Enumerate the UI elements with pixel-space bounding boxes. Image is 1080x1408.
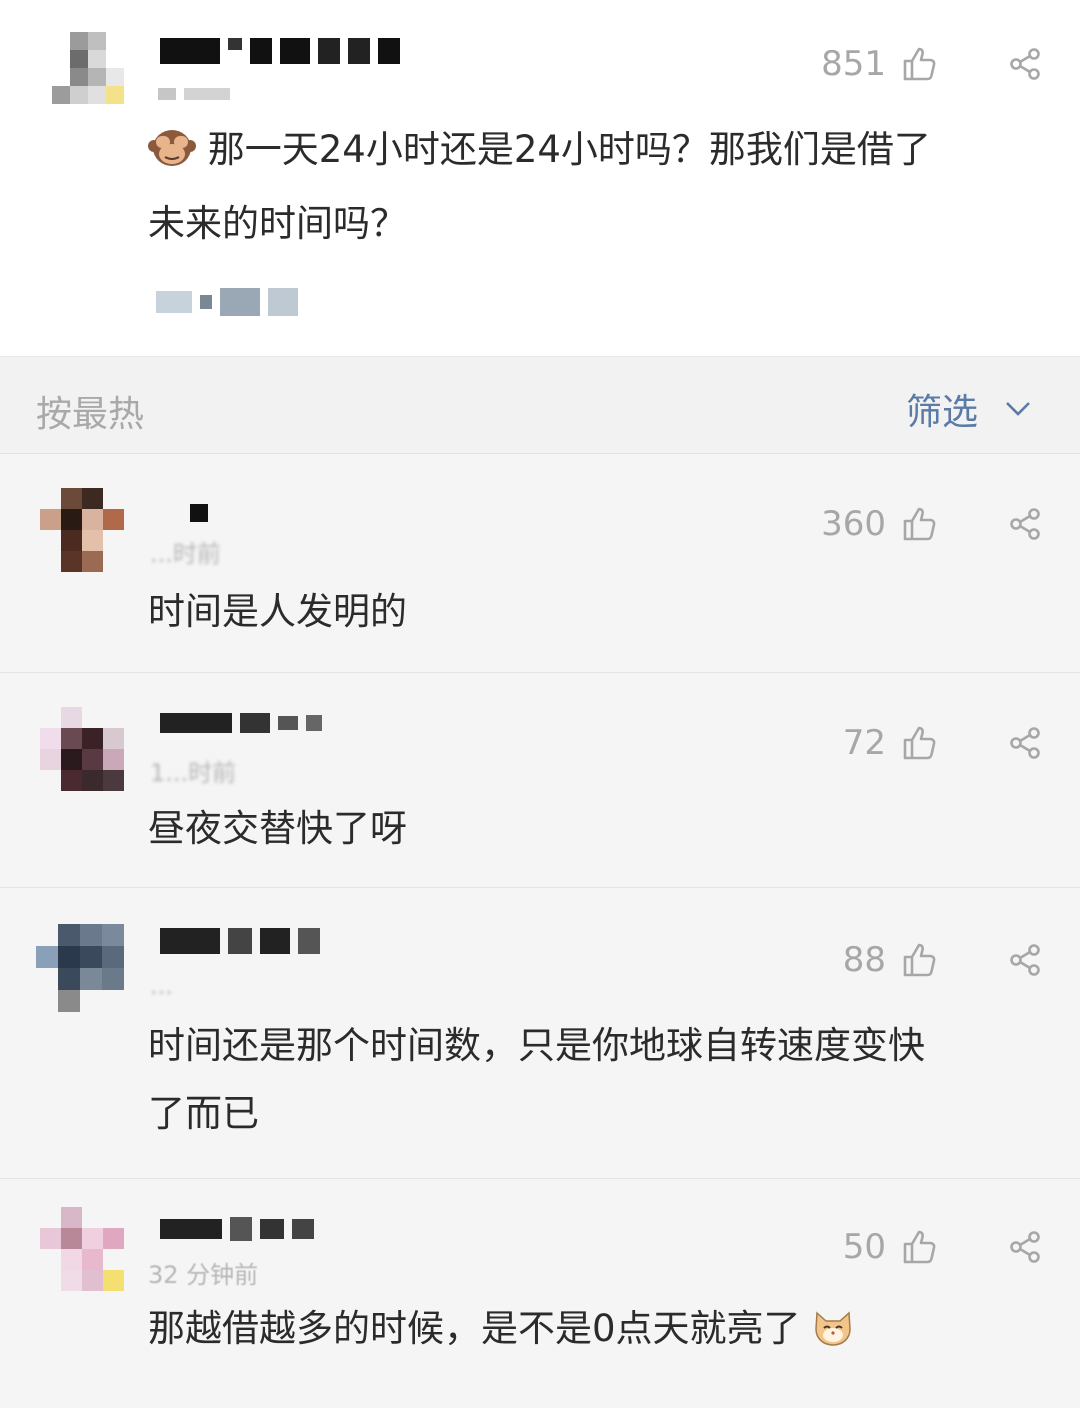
username-blurred[interactable] xyxy=(160,928,320,954)
username-blurred[interactable] xyxy=(160,38,400,64)
comment-time: 1...时前 xyxy=(150,759,237,787)
comment-meta: 72 xyxy=(843,723,1080,763)
thumbs-up-icon[interactable] xyxy=(902,46,936,82)
sort-by-hot[interactable]: 按最热 xyxy=(36,385,144,437)
comment-item: 1...时前 72 昼夜交替快了呀 xyxy=(0,672,1080,887)
like-count: 851 xyxy=(821,44,886,84)
username-blurred[interactable] xyxy=(190,504,208,522)
sort-bar: 按最热 筛选 xyxy=(0,356,1080,453)
comment-meta: 88 xyxy=(843,940,1080,980)
post-time-blurred xyxy=(158,88,230,100)
like-count: 50 xyxy=(842,1227,886,1267)
thumbs-up-icon[interactable] xyxy=(902,725,936,761)
username-blurred[interactable] xyxy=(160,713,322,733)
comment-meta: 360 xyxy=(821,504,1080,544)
avatar[interactable] xyxy=(40,1207,124,1291)
like-count: 88 xyxy=(842,940,886,980)
share-icon[interactable] xyxy=(1008,47,1042,81)
username-blurred[interactable] xyxy=(160,1217,314,1241)
filter-label: 筛选 xyxy=(905,392,978,433)
comment-meta: 50 xyxy=(843,1227,1080,1267)
post-text-line2: 未来的时间吗？ xyxy=(148,202,407,245)
comment-item: ... 88 时间还是那个时间数，只是你地球自转速度变快 了而已 xyxy=(0,887,1080,1178)
avatar[interactable] xyxy=(36,924,124,1012)
cat-face-icon xyxy=(812,1301,854,1369)
share-icon[interactable] xyxy=(1008,943,1042,977)
share-icon[interactable] xyxy=(1008,507,1042,541)
comment-text: 那越借越多的时候，是不是0点天就亮了 xyxy=(148,1295,1040,1369)
comment-text: 昼夜交替快了呀 xyxy=(148,807,407,850)
main-post: 851 那一天24小时还是24小时吗？那我们是借了 未来的时间吗？ xyxy=(0,0,1080,356)
post-text-line1: 那一天24小时还是24小时吗？那我们是借了 xyxy=(207,128,931,171)
avatar[interactable] xyxy=(52,32,124,104)
post-meta: 851 xyxy=(821,44,1080,84)
thumbs-up-icon[interactable] xyxy=(902,942,936,978)
share-icon[interactable] xyxy=(1008,1230,1042,1264)
comment-item: ...时前 360 时间是人发明的 xyxy=(0,453,1080,672)
comment-item: 32 分钟前 50 那越借越多的时候，是不是0点天就亮了 xyxy=(0,1178,1080,1408)
comment-time: 32 分钟前 xyxy=(148,1261,259,1289)
avatar[interactable] xyxy=(40,488,124,572)
filter-button[interactable]: 筛选 xyxy=(906,383,1032,435)
comment-time: ...时前 xyxy=(150,540,221,568)
comment-text: 时间还是那个时间数，只是你地球自转速度变快 了而已 xyxy=(148,1024,925,1135)
share-icon[interactable] xyxy=(1008,726,1042,760)
post-text: 那一天24小时还是24小时吗？那我们是借了 未来的时间吗？ xyxy=(148,116,1040,258)
see-no-evil-monkey-icon xyxy=(148,122,196,190)
post-footer-blurred xyxy=(156,288,298,316)
chevron-down-icon xyxy=(1004,400,1032,418)
like-count: 360 xyxy=(821,504,886,544)
comment-time: ... xyxy=(150,972,173,1000)
like-count: 72 xyxy=(842,723,886,763)
thumbs-up-icon[interactable] xyxy=(902,1229,936,1265)
avatar[interactable] xyxy=(40,707,124,791)
comment-text: 时间是人发明的 xyxy=(148,590,407,633)
thumbs-up-icon[interactable] xyxy=(902,506,936,542)
